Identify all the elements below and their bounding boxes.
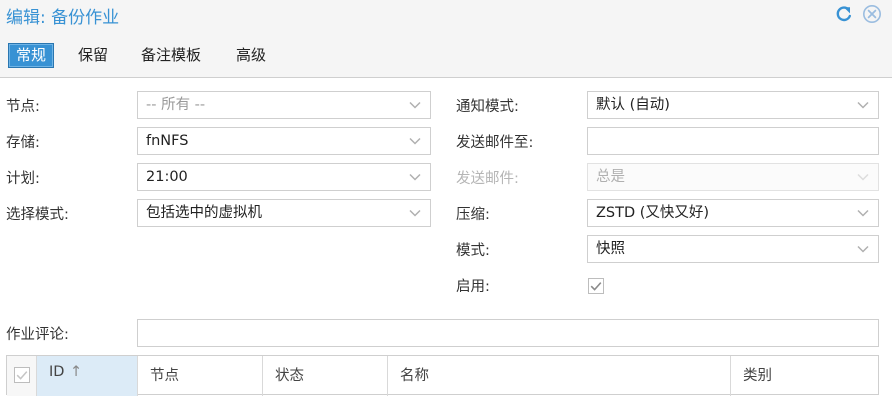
tab-retention[interactable]: 保留 [71, 42, 115, 68]
compression-select[interactable]: ZSTD (又快又好) [587, 199, 879, 227]
chevron-down-icon [857, 173, 869, 181]
select-all-checkbox-icon[interactable] [14, 367, 30, 383]
node-select[interactable]: -- 所有 -- [137, 91, 431, 119]
column-header-node-label: 节点 [150, 368, 179, 384]
tab-notes-template[interactable]: 备注模板 [134, 42, 208, 68]
chevron-down-icon [857, 209, 869, 217]
send-email-select: 总是 [587, 163, 879, 191]
window-title: 编辑: 备份作业 [6, 8, 120, 28]
compression-label: 压缩: [456, 207, 490, 223]
node-select-value: -- 所有 -- [146, 97, 206, 113]
selection-mode-select[interactable]: 包括选中的虚拟机 [137, 199, 431, 227]
comment-label: 作业评论: [6, 327, 69, 343]
tab-bar: 常规 保留 备注模板 高级 [0, 30, 892, 78]
selection-mode-select-value: 包括选中的虚拟机 [146, 205, 262, 221]
tab-general[interactable]: 常规 [8, 43, 55, 68]
column-header-type-label: 类别 [743, 368, 772, 384]
column-header-id[interactable]: ID ↑ [37, 356, 138, 396]
chevron-down-icon [409, 173, 421, 181]
window-titlebar: 编辑: 备份作业 [0, 0, 892, 30]
send-email-label: 发送邮件: [456, 171, 519, 187]
storage-select[interactable]: fnNFS [137, 127, 431, 155]
send-email-to-input[interactable] [587, 127, 879, 155]
close-icon[interactable] [862, 4, 882, 24]
notification-mode-label: 通知模式: [456, 99, 519, 115]
compression-select-value: ZSTD (又快又好) [596, 205, 710, 221]
column-header-type[interactable]: 类别 [731, 356, 878, 396]
chevron-down-icon [857, 101, 869, 109]
schedule-label: 计划: [6, 171, 40, 187]
column-header-id-label: ID [49, 364, 65, 380]
chevron-down-icon [409, 101, 421, 109]
mode-label: 模式: [456, 243, 490, 259]
select-all-column[interactable] [7, 356, 37, 396]
tab-advanced[interactable]: 高级 [229, 42, 273, 68]
storage-label: 存储: [6, 135, 40, 151]
chevron-down-icon [409, 137, 421, 145]
schedule-select[interactable]: 21:00 [137, 163, 431, 191]
comment-input[interactable] [137, 319, 879, 347]
vm-grid: ID ↑ 节点 状态 名称 类别 [6, 355, 879, 396]
column-header-name[interactable]: 名称 [388, 356, 731, 396]
node-label: 节点: [6, 99, 40, 115]
notification-mode-select-value: 默认 (自动) [596, 97, 670, 113]
sort-ascending-icon: ↑ [70, 364, 83, 380]
chevron-down-icon [857, 245, 869, 253]
storage-select-value: fnNFS [146, 133, 189, 149]
enabled-label: 启用: [456, 279, 490, 295]
schedule-select-value: 21:00 [146, 169, 188, 185]
column-header-name-label: 名称 [400, 368, 429, 384]
mode-select[interactable]: 快照 [587, 235, 879, 263]
chevron-down-icon [409, 209, 421, 217]
column-header-node[interactable]: 节点 [138, 356, 263, 396]
send-email-select-value: 总是 [596, 169, 625, 185]
reset-icon[interactable] [834, 4, 854, 24]
notification-mode-select[interactable]: 默认 (自动) [587, 91, 879, 119]
column-header-status-label: 状态 [275, 368, 304, 384]
send-email-to-label: 发送邮件至: [456, 135, 534, 151]
column-header-status[interactable]: 状态 [263, 356, 388, 396]
selection-mode-label: 选择模式: [6, 207, 69, 223]
enabled-checkbox[interactable] [588, 278, 604, 294]
mode-select-value: 快照 [596, 241, 625, 257]
